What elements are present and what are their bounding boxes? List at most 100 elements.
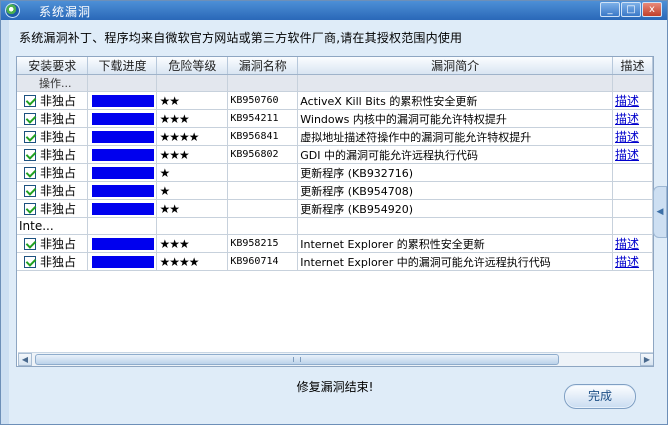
checkbox[interactable]	[24, 149, 36, 161]
vuln-name-cell	[227, 199, 299, 218]
empty-cell	[297, 74, 614, 92]
checkbox[interactable]	[24, 113, 36, 125]
col-install-req[interactable]: 安装要求	[17, 57, 89, 75]
description-link[interactable]: 描述	[615, 148, 639, 162]
install-req-label: 非独占	[40, 130, 77, 144]
install-req-cell[interactable]: 非独占	[17, 181, 89, 200]
category-row[interactable]: Inte...	[17, 217, 653, 235]
grip-icon	[293, 357, 301, 362]
done-button[interactable]: 完成	[564, 384, 636, 409]
group-label: 操作...	[17, 74, 89, 92]
description-link[interactable]: 描述	[615, 237, 639, 251]
col-vuln-name[interactable]: 漏洞名称	[227, 57, 299, 75]
description-link[interactable]: 描述	[615, 94, 639, 108]
install-req-cell[interactable]: 非独占	[17, 252, 89, 271]
table-row[interactable]: 非独占 ★★★★ KB956841 虚拟地址描述符操作中的漏洞可能允许特权提升 描述	[17, 127, 653, 146]
table-row[interactable]: 非独占 ★★ KB950760 ActiveX Kill Bits 的累积性安全更新描…	[17, 91, 653, 110]
table-row[interactable]: 非独占 ★★★ KB956802 GDI 中的漏洞可能允许远程执行代码 描述	[17, 145, 653, 164]
table-row[interactable]: 非独占 ★★★ KB954211 Windows 内核中的漏洞可能允许特权提升 描述	[17, 109, 653, 128]
description-cell: 描述	[612, 252, 653, 271]
table-body: 操作... 非独占 ★★ KB950760 ActiveX Kill Bits 的累积性…	[17, 74, 653, 271]
install-req-label: 非独占	[40, 202, 77, 216]
table-header-row: 安装要求 下载进度 危险等级 漏洞名称 漏洞简介 描述	[17, 57, 653, 75]
install-req-cell[interactable]: 非独占	[17, 199, 89, 218]
app-logo-icon	[5, 3, 20, 18]
scroll-right-arrow-icon[interactable]: ▶	[640, 353, 653, 366]
empty-cell	[297, 217, 614, 235]
install-req-cell[interactable]: 非独占	[17, 91, 89, 110]
description-cell: 描述	[612, 109, 653, 128]
vuln-name-cell: KB956802	[227, 145, 299, 164]
side-collapse-tab[interactable]: ◀	[653, 186, 667, 238]
checkbox[interactable]	[24, 203, 36, 215]
description-cell	[612, 181, 653, 200]
vuln-name-cell: KB956841	[227, 127, 299, 146]
description-cell	[612, 163, 653, 182]
dialog-window: 系统漏洞 _ □ x 系统漏洞补丁、程序均来自微软官方网站或第三方软件厂商,请在…	[0, 0, 668, 425]
col-risk-level[interactable]: 危险等级	[156, 57, 229, 75]
vuln-summary-cell: 更新程序 (KB932716)	[297, 163, 614, 182]
install-req-cell[interactable]: 非独占	[17, 234, 89, 253]
empty-cell	[227, 217, 299, 235]
table-row[interactable]: 非独占 ★★ 更新程序 (KB954920)	[17, 199, 653, 218]
install-req-label: 非独占	[40, 237, 77, 251]
vuln-summary-cell: Internet Explorer 中的漏洞可能允许远程执行代码	[297, 252, 614, 271]
progress-bar	[92, 148, 155, 161]
vuln-summary-cell: Internet Explorer 的累积性安全更新	[297, 234, 614, 253]
table-row[interactable]: 非独占 ★★★★ KB960714 Internet Explorer 中的漏洞可能允…	[17, 252, 653, 271]
checkbox[interactable]	[24, 238, 36, 250]
horizontal-scrollbar[interactable]: ◀ ▶	[18, 352, 653, 366]
progress-bar	[92, 255, 155, 268]
install-req-cell[interactable]: 非独占	[17, 145, 89, 164]
checkbox[interactable]	[24, 95, 36, 107]
vuln-summary-cell: ActiveX Kill Bits 的累积性安全更新	[297, 91, 614, 110]
install-req-label: 非独占	[40, 148, 77, 162]
vuln-name-cell: KB958215	[227, 234, 299, 253]
table-row[interactable]: 非独占 ★ 更新程序 (KB954708)	[17, 181, 653, 200]
col-description[interactable]: 描述	[612, 57, 653, 75]
left-border	[1, 20, 9, 424]
progress-cell	[87, 252, 158, 271]
table-row[interactable]: 非独占 ★ 更新程序 (KB932716)	[17, 163, 653, 182]
table-row[interactable]: 非独占 ★★★ KB958215 Internet Explorer 的累积性安全更新…	[17, 234, 653, 253]
checkbox[interactable]	[24, 131, 36, 143]
scroll-left-arrow-icon[interactable]: ◀	[18, 353, 32, 366]
progress-cell	[87, 234, 158, 253]
description-link[interactable]: 描述	[615, 255, 639, 269]
close-button[interactable]: x	[642, 2, 662, 17]
progress-cell	[87, 91, 158, 110]
risk-stars: ★★★★	[156, 127, 229, 146]
description-cell: 描述	[612, 127, 653, 146]
title-bar[interactable]: 系统漏洞 _ □ x	[1, 1, 667, 20]
install-req-label: 非独占	[40, 112, 77, 126]
progress-cell	[87, 199, 158, 218]
group-row[interactable]: 操作...	[17, 74, 653, 92]
checkbox[interactable]	[24, 256, 36, 268]
checkbox[interactable]	[24, 167, 36, 179]
empty-cell	[156, 217, 229, 235]
checkbox[interactable]	[24, 185, 36, 197]
progress-bar	[92, 184, 155, 197]
empty-cell	[612, 74, 653, 92]
install-req-cell[interactable]: 非独占	[17, 163, 89, 182]
description-cell: 描述	[612, 145, 653, 164]
risk-stars: ★	[156, 163, 229, 182]
progress-cell	[87, 109, 158, 128]
col-download-progress[interactable]: 下载进度	[87, 57, 158, 75]
vuln-summary-cell: GDI 中的漏洞可能允许远程执行代码	[297, 145, 614, 164]
install-req-cell[interactable]: 非独占	[17, 127, 89, 146]
notice-text: 系统漏洞补丁、程序均来自微软官方网站或第三方软件厂商,请在其授权范围内使用	[19, 31, 463, 45]
maximize-button[interactable]: □	[621, 2, 641, 17]
risk-stars: ★★★	[156, 109, 229, 128]
minimize-button[interactable]: _	[600, 2, 620, 17]
vulnerability-table-frame: 安装要求 下载进度 危险等级 漏洞名称 漏洞简介 描述 操作... 非独占 ★★ KB…	[16, 56, 654, 367]
install-req-cell[interactable]: 非独占	[17, 109, 89, 128]
empty-cell	[156, 74, 229, 92]
vuln-summary-cell: 虚拟地址描述符操作中的漏洞可能允许特权提升	[297, 127, 614, 146]
progress-cell	[87, 127, 158, 146]
description-link[interactable]: 描述	[615, 130, 639, 144]
description-link[interactable]: 描述	[615, 112, 639, 126]
vuln-name-cell	[227, 163, 299, 182]
scrollbar-thumb[interactable]	[35, 354, 559, 365]
col-vuln-summary[interactable]: 漏洞简介	[297, 57, 614, 75]
